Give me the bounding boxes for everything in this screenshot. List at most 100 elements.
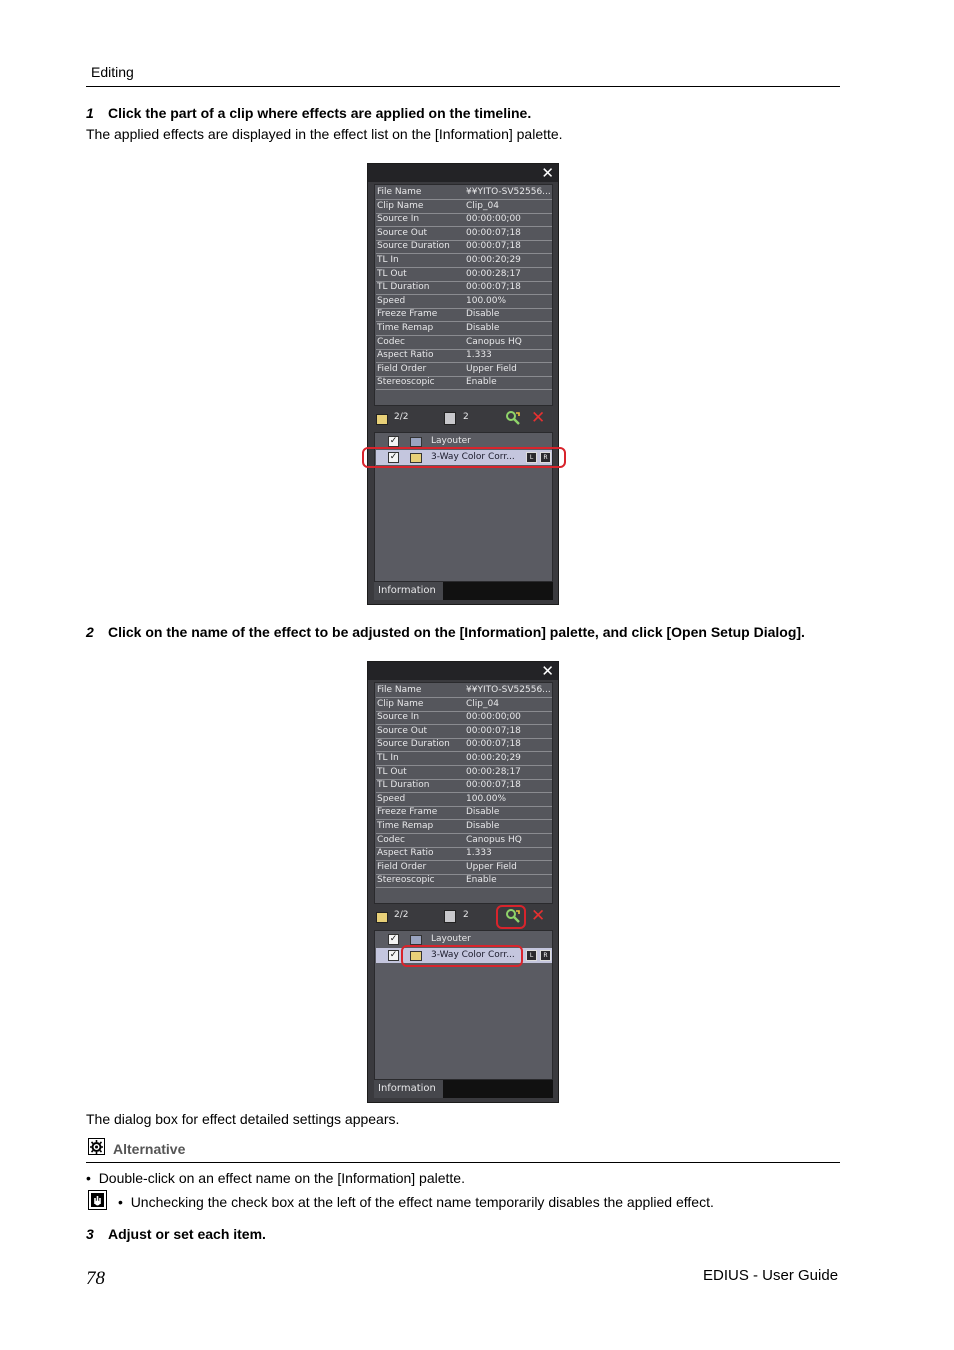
effect-toolbar: 2/2 2 ✕ — [374, 905, 553, 927]
info-value: 00:00:07;18 — [466, 739, 521, 750]
effect-enable-checkbox[interactable]: ✓ — [388, 934, 399, 945]
info-row: Stereoscopic Enable — [376, 376, 552, 391]
effect-keyframe-button[interactable]: L — [526, 950, 537, 961]
note-icon — [88, 1190, 107, 1210]
info-row: File Name ¥¥YITO-SV52556... — [376, 186, 552, 200]
info-value: Clip_04 — [466, 698, 499, 709]
info-value: ¥¥YITO-SV52556... — [466, 187, 551, 197]
info-key: Field Order — [377, 861, 427, 872]
info-value: Enable — [466, 377, 497, 388]
info-key: Source Duration — [377, 241, 450, 252]
info-row: TL Out 00:00:28;17 — [376, 268, 552, 282]
info-row: Aspect Ratio 1.333 — [376, 847, 552, 862]
video-filter-count: 2/2 — [394, 412, 409, 422]
info-row: Time Remap Disable — [376, 322, 552, 336]
info-key: Time Remap — [377, 821, 434, 831]
info-value: 00:00:07;18 — [466, 282, 521, 293]
section-header: Editing — [91, 64, 134, 80]
info-value: Disable — [466, 309, 500, 320]
info-key: Source Duration — [377, 739, 450, 750]
info-key: Source Out — [377, 725, 428, 736]
info-row: Source In 00:00:00;00 — [376, 711, 552, 726]
info-row: Speed 100.00% — [376, 295, 552, 309]
audio-filter-icon — [444, 910, 456, 923]
info-key: File Name — [377, 187, 422, 197]
info-value: 00:00:20;29 — [466, 753, 521, 763]
info-value: Disable — [466, 821, 500, 831]
info-value: Canopus HQ — [466, 336, 522, 347]
info-key: Stereoscopic — [377, 875, 435, 886]
info-row: Freeze Frame Disable — [376, 806, 552, 821]
info-value: Disable — [466, 323, 500, 333]
info-row: TL Duration 00:00:07;18 — [376, 779, 552, 794]
open-setup-dialog-icon[interactable] — [505, 410, 521, 426]
alternative-icon — [88, 1138, 105, 1155]
info-key: Clip Name — [377, 698, 424, 709]
step-1-text: Click the part of a clip where effects a… — [108, 105, 532, 121]
info-key: Stereoscopic — [377, 377, 435, 388]
info-row: Codec Canopus HQ — [376, 336, 552, 350]
info-row: TL In 00:00:20;29 — [376, 254, 552, 268]
delete-effect-icon[interactable]: ✕ — [531, 905, 545, 927]
info-key: Source Out — [377, 227, 428, 238]
footer-title: EDIUS - User Guide — [703, 1267, 839, 1284]
clip-info-table: File Name ¥¥YITO-SV52556... Clip Name Clip_… — [374, 184, 553, 406]
info-row: Source Duration 00:00:07;18 — [376, 240, 552, 255]
audio-filter-count: 2 — [463, 412, 469, 422]
info-value: Disable — [466, 807, 500, 818]
highlight-setup-button — [496, 905, 526, 929]
info-key: TL Duration — [377, 282, 430, 293]
info-key: Source In — [377, 214, 420, 225]
info-key: TL Out — [377, 268, 407, 279]
info-value: Upper Field — [466, 861, 517, 872]
info-key: TL Out — [377, 766, 407, 777]
info-row: Stereoscopic Enable — [376, 874, 552, 889]
info-row: TL Duration 00:00:07;18 — [376, 281, 552, 296]
video-filter-count: 2/2 — [394, 910, 409, 920]
effect-enable-checkbox[interactable]: ✓ — [388, 950, 399, 961]
close-icon[interactable]: ✕ — [541, 164, 554, 182]
info-key: Source In — [377, 712, 420, 723]
info-key: Speed — [377, 295, 406, 306]
info-value: 00:00:00;00 — [466, 712, 521, 723]
info-row: TL In 00:00:20;29 — [376, 752, 552, 766]
alternative-label: Alternative — [113, 1141, 186, 1157]
info-value: 00:00:20;29 — [466, 255, 521, 265]
info-row: Time Remap Disable — [376, 820, 552, 834]
info-row: Clip Name Clip_04 — [376, 698, 552, 712]
info-value: 00:00:07;18 — [466, 227, 521, 238]
alternative-divider — [86, 1162, 840, 1163]
video-filter-icon — [376, 912, 388, 923]
palette-titlebar: ✕ — [368, 164, 558, 182]
delete-effect-icon[interactable]: ✕ — [531, 407, 545, 429]
info-value: 00:00:00;00 — [466, 214, 521, 225]
info-row: Aspect Ratio 1.333 — [376, 349, 552, 364]
info-value: 00:00:07;18 — [466, 725, 521, 736]
effect-enable-checkbox[interactable]: ✓ — [388, 436, 399, 447]
highlight-effect-row — [362, 447, 566, 468]
step-1-result: The applied effects are displayed in the… — [86, 126, 563, 142]
info-row: Freeze Frame Disable — [376, 308, 552, 323]
info-key: Freeze Frame — [377, 807, 438, 818]
close-icon[interactable]: ✕ — [541, 662, 554, 680]
tab-information[interactable]: Information — [374, 582, 443, 600]
information-palette-screenshot-1: ✕ File Name ¥¥YITO-SV52556... Clip Name Clip… — [362, 163, 566, 605]
effect-keyframe-button[interactable]: R — [540, 950, 551, 961]
info-key: TL In — [377, 255, 399, 265]
info-row: Codec Canopus HQ — [376, 834, 552, 848]
info-row: Speed 100.00% — [376, 793, 552, 807]
palette-titlebar: ✕ — [368, 662, 558, 680]
info-row: Clip Name Clip_04 — [376, 200, 552, 214]
info-row: TL Out 00:00:28;17 — [376, 766, 552, 780]
info-key: Freeze Frame — [377, 309, 438, 320]
info-value: 100.00% — [466, 793, 507, 804]
video-filter-icon — [376, 414, 388, 425]
info-key: Aspect Ratio — [377, 350, 434, 361]
info-key: File Name — [377, 685, 422, 695]
info-key: Clip Name — [377, 200, 424, 211]
note-bullet: • — [118, 1194, 131, 1210]
step-3-number: 3 — [86, 1226, 94, 1242]
alternative-bullet-text: Double-click on an effect name on the [I… — [98, 1170, 465, 1186]
tab-information[interactable]: Information — [374, 1080, 443, 1098]
step-2-number: 2 — [86, 624, 94, 640]
